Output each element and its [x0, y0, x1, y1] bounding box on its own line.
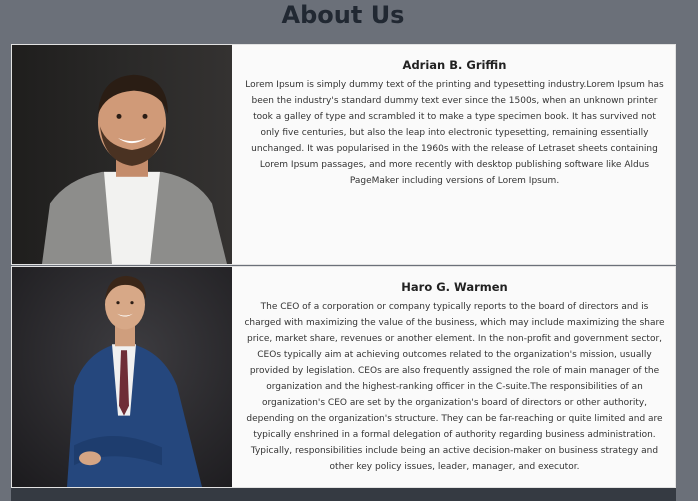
footer-band [11, 488, 676, 501]
person-bio: The CEO of a corporation or company typi… [244, 302, 665, 472]
person-photo [12, 267, 232, 487]
person-photo [12, 45, 232, 264]
page-title: About Us [281, 1, 405, 29]
person-bio: Lorem Ipsum is simply dummy text of the … [245, 80, 664, 186]
person-card: Haro G. Warmen The CEO of a corporation … [11, 266, 676, 488]
person-card: Adrian B. Griffin Lorem Ipsum is simply … [11, 44, 676, 265]
person-info: Adrian B. Griffin Lorem Ipsum is simply … [234, 45, 675, 264]
about-page: About Us Adrian B. Griffin Lorem Ipsum i… [0, 0, 698, 501]
person-info: Haro G. Warmen The CEO of a corporation … [234, 267, 675, 487]
person-name: Adrian B. Griffin [402, 58, 507, 72]
person-name: Haro G. Warmen [401, 280, 508, 294]
